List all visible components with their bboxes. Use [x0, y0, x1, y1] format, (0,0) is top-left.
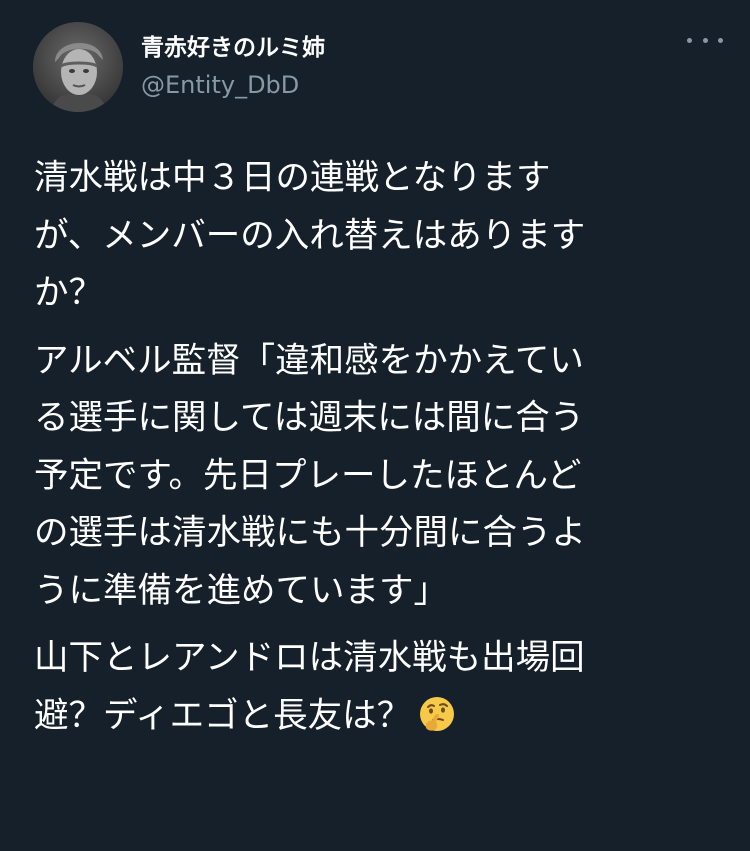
more-dot [687, 37, 692, 43]
more-dot [702, 37, 708, 43]
tweet-paragraph: 山下とレアンドロは清水戦も出場回 避？ディエゴと長友は？ [34, 630, 724, 745]
tweet-paragraph: 清水戦は中３日の連戦となります が、メンバーの入れ替えはあります か？ [34, 150, 724, 323]
text-line: 山下とレアンドロは清水戦も出場回 [34, 638, 585, 678]
tweet-card: 青赤好きのルミ姉 @Entity_DbD 清水戦は中３日の連戦となります が、メ… [0, 0, 750, 851]
user-handle[interactable]: @Entity_DbD [141, 70, 661, 100]
user-avatar[interactable] [33, 22, 123, 112]
text-line: 予定です。先日プレーしたほとんど [34, 455, 582, 496]
avatar-portrait-icon [33, 22, 123, 112]
more-options-icon[interactable] [687, 28, 723, 52]
text-line: る選手に関しては週末には間に合う [34, 398, 585, 438]
text-line: の選手は清水戦にも十分間に合うよ [34, 513, 586, 553]
text-line: が、メンバーの入れ替えはあります [34, 215, 586, 256]
tweet-paragraph: アルベル監督「違和感をかかえてい る選手に関しては週末には間に合う 予定です。先… [34, 333, 724, 621]
author-info: 青赤好きのルミ姉 @Entity_DbD [141, 32, 661, 100]
thinking-face-emoji [420, 696, 455, 731]
text-line-with-emoji: 避？ディエゴと長友は？ [34, 688, 724, 746]
text-line: か？ [34, 273, 103, 313]
text-fragment: 避？ディエゴと長友は？ [34, 695, 412, 736]
text-line: 清水戦は中３日の連戦となります [34, 158, 551, 198]
display-name[interactable]: 青赤好きのルミ姉 [141, 32, 661, 64]
more-dot [718, 37, 723, 43]
text-line: アルベル監督「違和感をかかえてい [34, 340, 584, 381]
tweet-header: 青赤好きのルミ姉 @Entity_DbD [33, 22, 723, 114]
text-line: うに準備を進めています」 [34, 570, 448, 611]
tweet-text: 清水戦は中３日の連戦となります が、メンバーの入れ替えはあります か？ アルベル… [34, 150, 724, 755]
